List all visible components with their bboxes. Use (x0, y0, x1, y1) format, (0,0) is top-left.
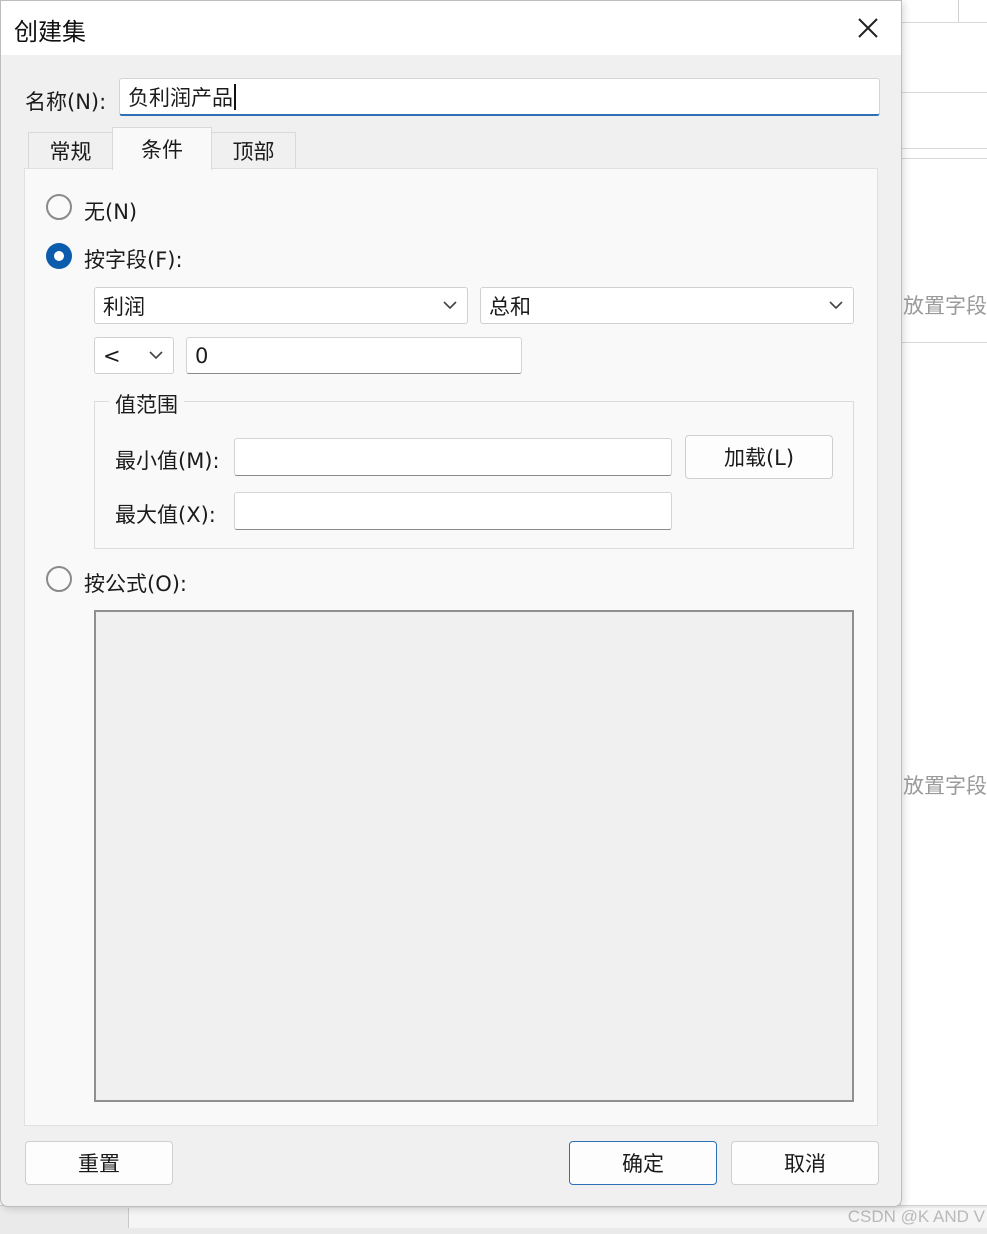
tab-label: 条件 (141, 138, 183, 162)
condition-value: 0 (195, 343, 209, 368)
create-set-dialog: 创建集 名称(N): 负利润产品 常规 条件 顶部 无(N) 按字段(F): 利… (0, 0, 902, 1207)
background-shelf-pane (900, 0, 987, 1233)
aggregation-select-value: 总和 (489, 294, 531, 319)
min-value-input[interactable] (234, 438, 672, 476)
ok-button[interactable]: 确定 (569, 1141, 717, 1185)
close-icon (858, 18, 878, 38)
cancel-button-label: 取消 (784, 1152, 826, 1176)
watermark: CSDN @K AND V (847, 1207, 985, 1226)
tab-label: 顶部 (232, 140, 275, 164)
chevron-down-icon (149, 350, 163, 359)
tab-label: 常规 (49, 140, 92, 164)
operator-select-value: < (103, 343, 121, 368)
none-radio[interactable] (46, 194, 72, 220)
by-field-label: 按字段(F): (84, 248, 183, 272)
reset-button-label: 重置 (78, 1152, 120, 1176)
chevron-down-icon (829, 300, 843, 309)
by-field-radio[interactable] (46, 243, 72, 269)
background-divider (900, 92, 987, 93)
by-formula-label: 按公式(O): (84, 572, 187, 596)
dialog-titlebar: 创建集 (1, 1, 901, 55)
name-label: 名称(N): (25, 90, 107, 114)
operator-select[interactable]: < (94, 337, 174, 374)
field-select[interactable]: 利润 (94, 287, 468, 324)
background-divider (900, 158, 987, 159)
background-drop-hint: 放置字段 (903, 294, 987, 318)
background-drop-hint: 放置字段 (903, 774, 987, 798)
background-divider (958, 0, 959, 22)
close-button[interactable] (846, 9, 890, 47)
background-divider (900, 22, 987, 23)
chevron-down-icon (443, 300, 457, 309)
none-label: 无(N) (84, 200, 138, 224)
text-caret (234, 83, 236, 110)
name-input[interactable]: 负利润产品 (119, 78, 880, 116)
ok-button-label: 确定 (622, 1152, 664, 1176)
aggregation-select[interactable]: 总和 (480, 287, 854, 324)
by-formula-radio[interactable] (46, 566, 72, 592)
load-button[interactable]: 加载(L) (685, 435, 833, 479)
max-value-input[interactable] (234, 492, 672, 530)
condition-value-input[interactable]: 0 (186, 337, 522, 374)
load-button-label: 加载(L) (723, 446, 795, 470)
min-value-label: 最小值(M): (115, 449, 220, 473)
tab-top[interactable]: 顶部 (211, 132, 296, 169)
formula-editor[interactable] (94, 610, 854, 1102)
value-range-title: 值范围 (109, 389, 184, 419)
reset-button[interactable]: 重置 (25, 1141, 173, 1185)
tab-condition[interactable]: 条件 (112, 127, 212, 170)
field-select-value: 利润 (103, 294, 145, 319)
dialog-title: 创建集 (14, 18, 86, 46)
background-divider (900, 342, 987, 343)
cancel-button[interactable]: 取消 (731, 1141, 879, 1185)
max-value-label: 最大值(X): (115, 503, 216, 527)
tab-general[interactable]: 常规 (28, 132, 113, 169)
background-divider (900, 148, 987, 149)
name-input-value: 负利润产品 (128, 85, 233, 110)
